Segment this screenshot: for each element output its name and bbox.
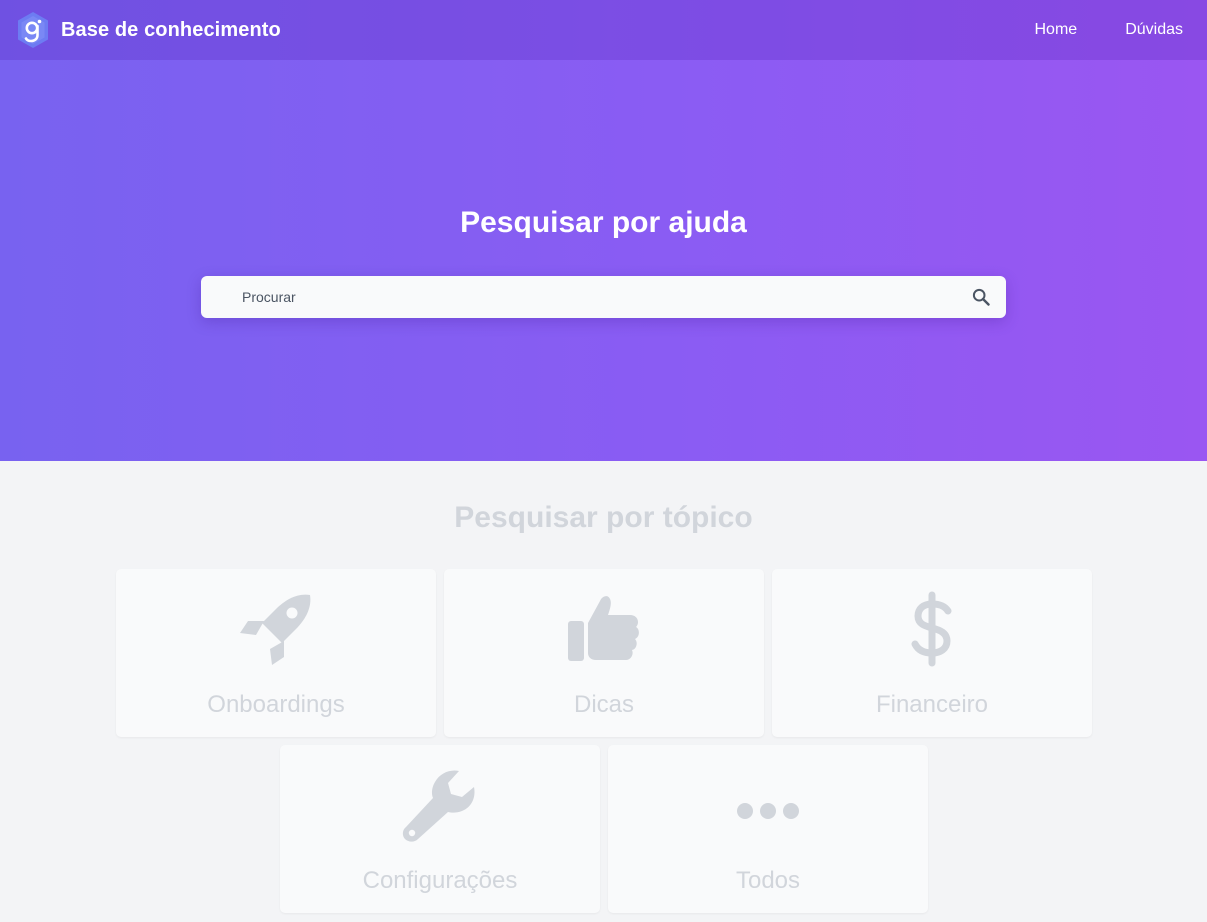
search-bar [201,276,1006,318]
topic-card-onboardings[interactable]: Onboardings [116,569,436,737]
hexagon-g-logo-icon [18,12,48,48]
topics-title: Pesquisar por tópico [454,501,753,534]
topic-card-label: Dicas [573,691,634,718]
search-icon [972,288,990,306]
topic-card-label: Financeiro [875,691,989,718]
nav-links: Home Dúvidas [987,0,1184,60]
brand[interactable]: Base de conhecimento [16,11,281,49]
search-button[interactable] [956,276,1006,318]
ellipsis-icon [737,803,799,819]
topic-card-dicas[interactable]: Dicas [444,569,764,737]
topic-card-label: Todos [735,867,801,894]
topic-card-label: Configurações [362,867,518,894]
top-navbar: Base de conhecimento Home Dúvidas [0,0,1207,60]
dollar-icon [911,591,952,667]
topic-card-financeiro[interactable]: Financeiro [772,569,1092,737]
rocket-icon [240,594,311,665]
hero-title: Pesquisar por ajuda [460,206,747,239]
thumbs-up-icon [568,596,639,661]
topic-card-label: Onboardings [207,691,345,718]
brand-title: Base de conhecimento [61,18,281,41]
nav-link-duvidas[interactable]: Dúvidas [1125,21,1183,39]
search-input[interactable] [201,276,956,318]
topic-card-configuracoes[interactable]: Configurações [280,745,600,913]
topic-card-todos[interactable]: Todos [608,745,928,913]
nav-link-home[interactable]: Home [1035,21,1078,39]
wrench-icon [402,770,475,842]
